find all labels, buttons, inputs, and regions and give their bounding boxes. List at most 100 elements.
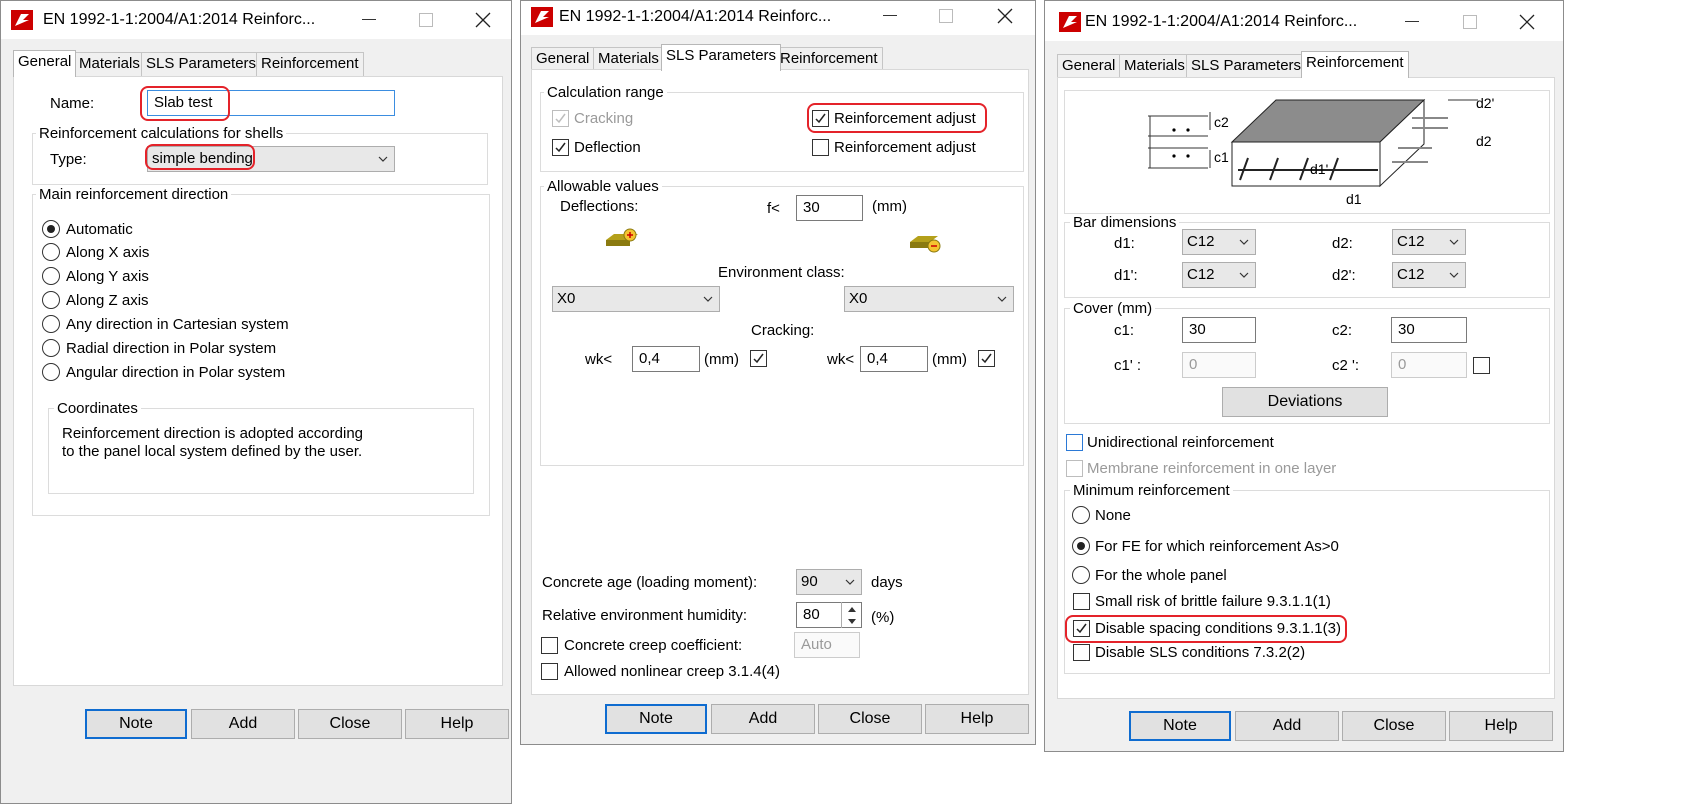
radio-none[interactable]: [1072, 506, 1090, 524]
c1-label: c1:: [1114, 322, 1135, 339]
concrete-age-dropdown[interactable]: 90: [796, 569, 862, 595]
add-button[interactable]: Add: [1235, 711, 1339, 741]
mm-label: (mm): [872, 198, 907, 215]
c1-field[interactable]: 30: [1182, 317, 1256, 343]
close-window-button[interactable]: [472, 9, 494, 31]
minimize-button[interactable]: [879, 5, 901, 27]
d2-prime-dropdown[interactable]: C12: [1392, 262, 1466, 288]
disable-spacing-checkbox[interactable]: [1073, 620, 1090, 637]
close-window-button[interactable]: [994, 5, 1016, 27]
radio-label: Radial direction in Polar system: [66, 340, 277, 357]
wk-checkbox-2[interactable]: [978, 350, 995, 367]
reinforcement-adjust-checkbox[interactable]: [812, 110, 829, 127]
f-field[interactable]: 30: [796, 195, 863, 221]
type-dropdown[interactable]: simple bending: [147, 146, 395, 172]
allowable-label: Allowable values: [544, 178, 662, 195]
c2-prime-checkbox[interactable]: [1473, 357, 1490, 374]
radio-along-x[interactable]: [42, 243, 60, 261]
d1-dropdown[interactable]: C12: [1182, 229, 1256, 255]
reinforcement-adjust-checkbox-2[interactable]: [812, 139, 829, 156]
spin-down-icon[interactable]: [842, 615, 861, 627]
humidity-value: 80: [803, 606, 820, 623]
help-button[interactable]: Help: [405, 709, 509, 739]
environment-class-right-dropdown[interactable]: X0: [844, 286, 1014, 312]
shells-group-label: Reinforcement calculations for shells: [36, 125, 287, 142]
radio-label: Along Z axis: [66, 292, 149, 309]
radio-fe-as[interactable]: [1072, 537, 1090, 555]
close-window-button[interactable]: [1516, 11, 1538, 33]
c2-field[interactable]: 30: [1391, 317, 1467, 343]
c2-label: c2:: [1332, 322, 1353, 339]
tab-reinforcement[interactable]: Reinforcement: [775, 47, 883, 71]
humidity-spinner[interactable]: [841, 602, 861, 628]
nonlinear-creep-checkbox[interactable]: [541, 663, 558, 680]
tab-sls-parameters[interactable]: SLS Parameters: [141, 52, 262, 76]
bar-dimensions-label: Bar dimensions: [1070, 214, 1180, 231]
environment-class-left-dropdown[interactable]: X0: [552, 286, 720, 312]
f-label: f<: [767, 200, 780, 217]
radio-along-y[interactable]: [42, 267, 60, 285]
radio-radial-polar[interactable]: [42, 339, 60, 357]
tab-sls-parameters[interactable]: SLS Parameters: [661, 44, 782, 71]
minimize-button[interactable]: [1401, 11, 1423, 33]
maximize-button[interactable]: [1459, 11, 1481, 33]
name-field[interactable]: Slab test: [147, 90, 395, 116]
brittle-failure-checkbox[interactable]: [1073, 593, 1090, 610]
creep-coefficient-checkbox[interactable]: [541, 637, 558, 654]
d1-prime-dropdown[interactable]: C12: [1182, 262, 1256, 288]
wk-field-1[interactable]: 0,4: [632, 346, 700, 372]
tab-materials[interactable]: Materials: [74, 52, 145, 76]
radio-label: Any direction in Cartesian system: [66, 316, 289, 333]
maximize-button[interactable]: [415, 9, 437, 31]
c1-prime-field[interactable]: 0: [1182, 352, 1256, 378]
close-button[interactable]: Close: [1342, 711, 1446, 741]
membrane-checkbox[interactable]: [1066, 460, 1083, 477]
note-button[interactable]: Note: [605, 704, 707, 734]
humidity-field[interactable]: 80: [796, 602, 862, 628]
reinforcement-adjust-label: Reinforcement adjust: [834, 110, 976, 127]
radio-label: Angular direction in Polar system: [66, 364, 286, 381]
help-button[interactable]: Help: [1449, 711, 1553, 741]
radio-automatic[interactable]: [42, 220, 60, 238]
deviations-button[interactable]: Deviations: [1222, 387, 1388, 417]
c2-prime-field[interactable]: 0: [1391, 352, 1467, 378]
tab-general[interactable]: General: [1057, 54, 1121, 78]
radio-label: Along X axis: [66, 244, 150, 261]
chevron-down-icon: [703, 296, 713, 302]
close-button[interactable]: Close: [298, 709, 402, 739]
d2-prime-value: C12: [1397, 266, 1425, 283]
radio-angular-polar[interactable]: [42, 363, 60, 381]
cracking-checkbox[interactable]: [552, 110, 569, 127]
d1-value: C12: [1187, 233, 1215, 250]
type-value: simple bending: [152, 150, 253, 167]
spin-up-icon[interactable]: [842, 603, 861, 615]
disable-sls-checkbox[interactable]: [1073, 644, 1090, 661]
note-button[interactable]: Note: [85, 709, 187, 739]
maximize-button[interactable]: [935, 5, 957, 27]
deflection-checkbox[interactable]: [552, 139, 569, 156]
radio-any-cartesian[interactable]: [42, 315, 60, 333]
tab-reinforcement[interactable]: Reinforcement: [1301, 51, 1409, 78]
tab-materials[interactable]: Materials: [1119, 54, 1190, 78]
tab-general[interactable]: General: [13, 50, 77, 77]
nonlinear-creep-label: Allowed nonlinear creep 3.1.4(4): [564, 663, 780, 680]
minimize-button[interactable]: [358, 9, 380, 31]
unidirectional-checkbox[interactable]: [1066, 434, 1083, 451]
tab-materials[interactable]: Materials: [593, 47, 664, 71]
wk-checkbox-1[interactable]: [750, 350, 767, 367]
tab-general[interactable]: General: [531, 47, 595, 71]
radio-whole-panel[interactable]: [1072, 566, 1090, 584]
wk-field-2[interactable]: 0,4: [860, 346, 928, 372]
creep-coefficient-field[interactable]: Auto: [794, 632, 860, 658]
add-button[interactable]: Add: [191, 709, 295, 739]
wk-mm-label-1: (mm): [704, 351, 739, 368]
reinforcement-adjust-label-2: Reinforcement adjust: [834, 139, 976, 156]
help-button[interactable]: Help: [925, 704, 1029, 734]
close-button[interactable]: Close: [818, 704, 922, 734]
radio-along-z[interactable]: [42, 291, 60, 309]
tab-reinforcement[interactable]: Reinforcement: [256, 52, 364, 76]
add-button[interactable]: Add: [711, 704, 815, 734]
d2-dropdown[interactable]: C12: [1392, 229, 1466, 255]
tab-sls-parameters[interactable]: SLS Parameters: [1186, 54, 1307, 78]
note-button[interactable]: Note: [1129, 711, 1231, 741]
